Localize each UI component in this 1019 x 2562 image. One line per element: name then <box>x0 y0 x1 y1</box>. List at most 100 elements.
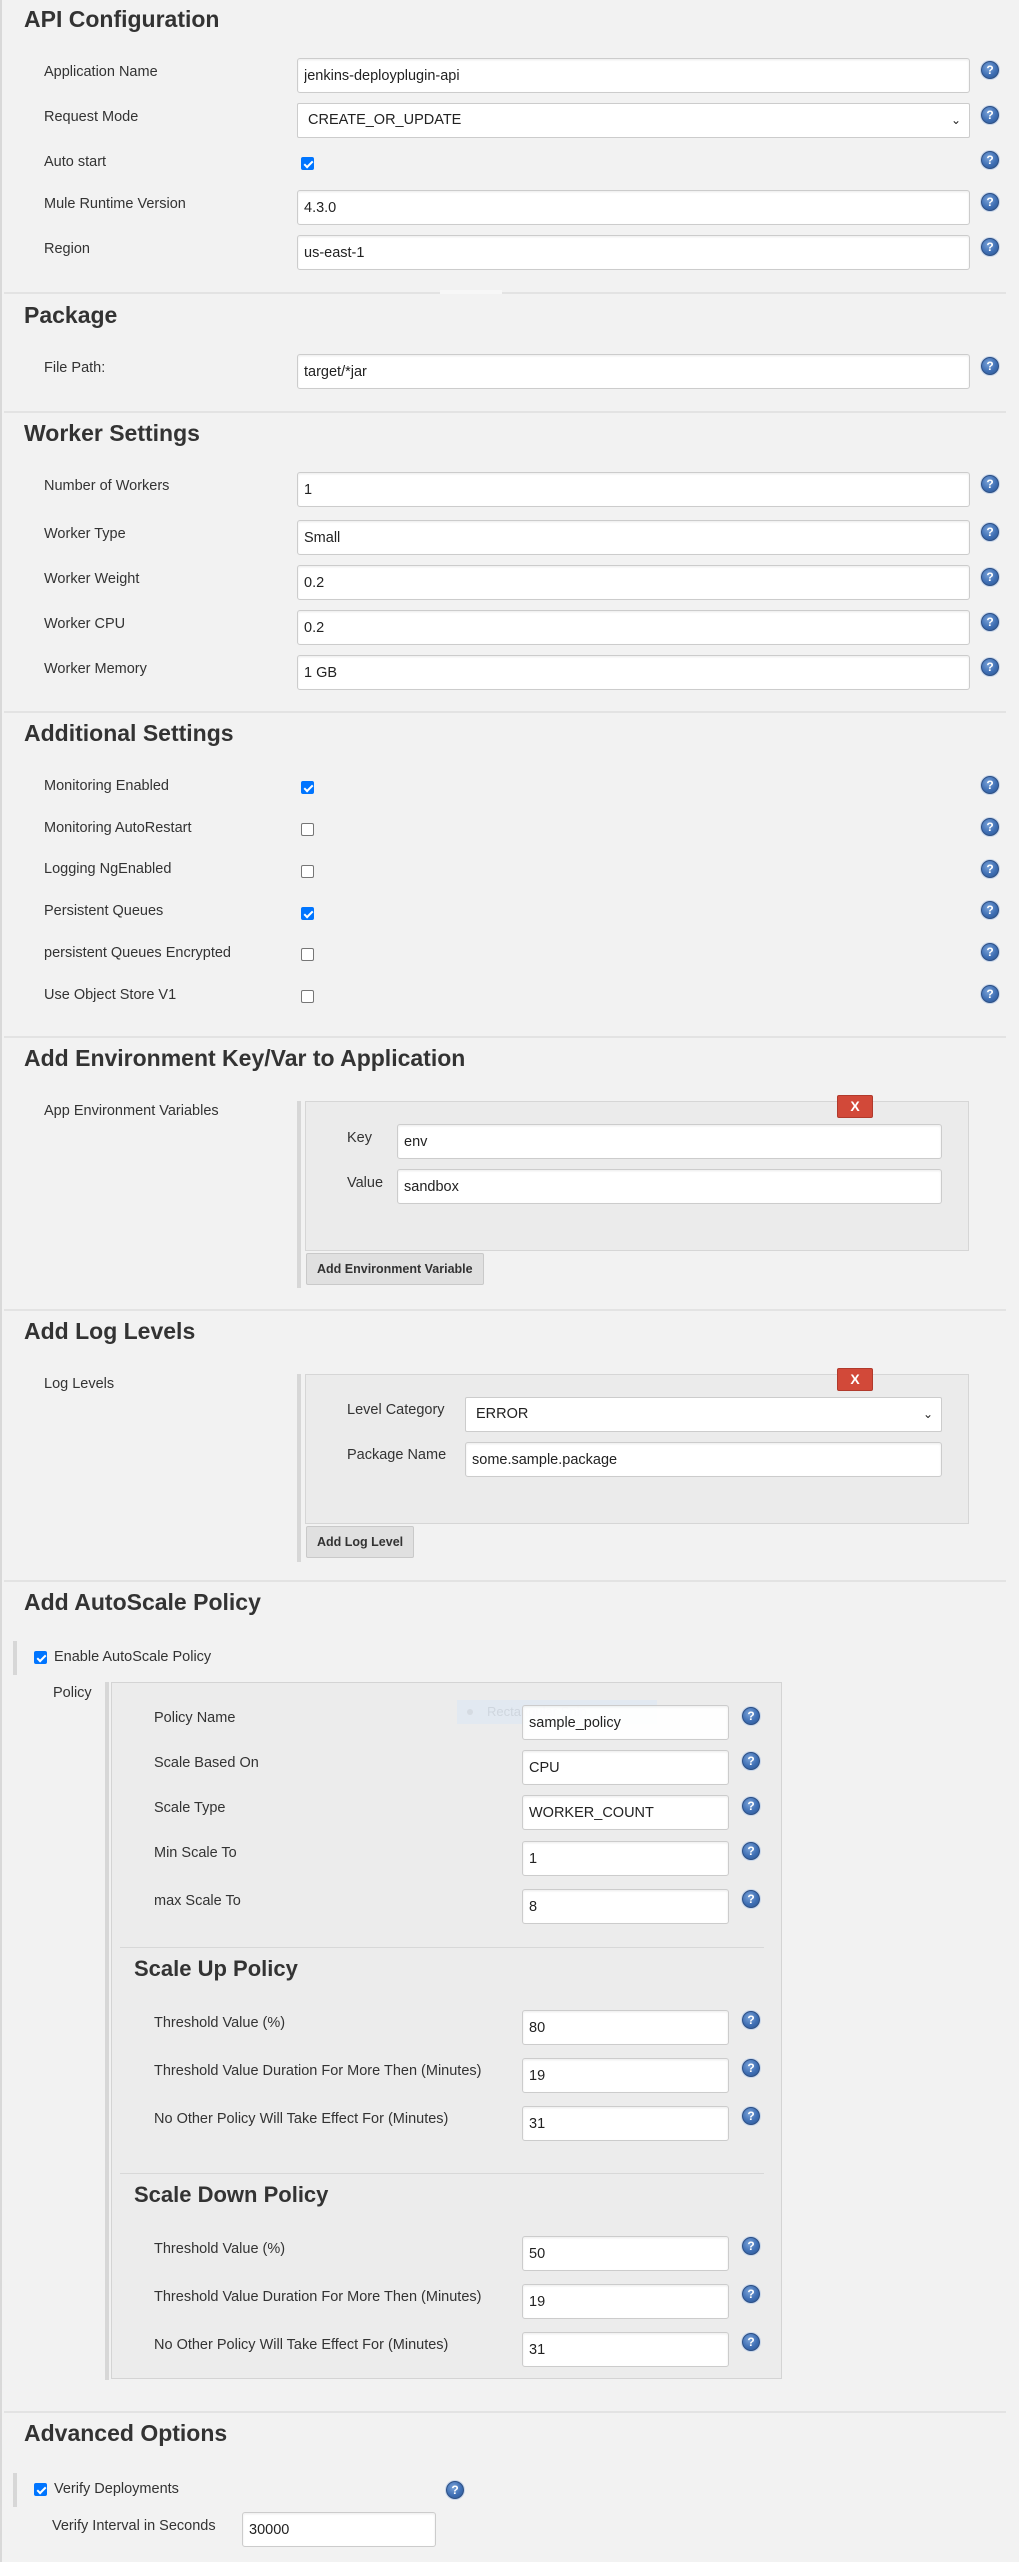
worker-field-label: Worker CPU <box>44 616 126 632</box>
help-icon[interactable]: ? <box>981 357 999 375</box>
help-icon[interactable]: ? <box>742 1707 760 1725</box>
mule-runtime-version-input[interactable] <box>297 190 970 225</box>
help-icon[interactable]: ? <box>446 2481 464 2499</box>
section-divider <box>4 1580 1006 1582</box>
number-of-workers-input[interactable] <box>297 472 970 507</box>
policy-name-input[interactable] <box>522 1705 729 1740</box>
policy-bar <box>105 1682 109 2380</box>
add-environment-variable-button[interactable]: Add Environment Variable <box>306 1253 484 1285</box>
repeatable-bar <box>297 1101 301 1288</box>
help-icon[interactable]: ? <box>981 943 999 961</box>
help-icon[interactable]: ? <box>981 985 999 1003</box>
package-name-label: Package Name <box>347 1447 447 1463</box>
help-icon[interactable]: ? <box>981 776 999 794</box>
mule-runtime-version-label: Mule Runtime Version <box>44 196 186 212</box>
scale-based-on-input[interactable] <box>522 1750 729 1785</box>
help-icon[interactable]: ? <box>742 2059 760 2077</box>
help-icon[interactable]: ? <box>742 1842 760 1860</box>
request-mode-select[interactable]: CREATE_OR_UPDATE ⌄ <box>297 103 970 138</box>
region-label: Region <box>44 241 90 257</box>
help-icon[interactable]: ? <box>742 2107 760 2125</box>
verify-interval-input[interactable] <box>242 2512 436 2547</box>
help-icon[interactable]: ? <box>981 901 999 919</box>
option-label: Logging NgEnabled <box>44 861 172 877</box>
worker-field-label: Worker Type <box>44 526 126 542</box>
help-icon[interactable]: ? <box>742 2285 760 2303</box>
env-key-input[interactable] <box>397 1124 942 1159</box>
application-name-label: Application Name <box>44 64 158 80</box>
help-icon[interactable]: ? <box>981 151 999 169</box>
help-icon[interactable]: ? <box>981 658 999 676</box>
scale-up-duration-input[interactable] <box>522 2058 729 2093</box>
verify-deployments-checkbox[interactable] <box>34 2483 47 2496</box>
scale-up-field-label: Threshold Value Duration For More Then (… <box>154 2063 482 2079</box>
section-divider <box>4 411 1006 413</box>
section-divider <box>4 1036 1006 1038</box>
scale-down-duration-input[interactable] <box>522 2284 729 2319</box>
min-scale-to-input[interactable] <box>522 1841 729 1876</box>
help-icon[interactable]: ? <box>981 613 999 631</box>
section-title-api-configuration: API Configuration <box>24 6 220 32</box>
monitoring-enabled-checkbox[interactable] <box>301 781 314 794</box>
help-icon[interactable]: ? <box>981 860 999 878</box>
option-label: Use Object Store V1 <box>44 987 177 1003</box>
policy-field-label: Min Scale To <box>154 1845 237 1861</box>
help-icon[interactable]: ? <box>981 61 999 79</box>
scale-down-threshold-input[interactable] <box>522 2236 729 2271</box>
help-icon[interactable]: ? <box>742 1752 760 1770</box>
monitoring-autorestart-checkbox[interactable] <box>301 823 314 836</box>
request-mode-value: CREATE_OR_UPDATE <box>308 112 462 128</box>
help-icon[interactable]: ? <box>981 523 999 541</box>
scale-up-cooldown-input[interactable] <box>522 2106 729 2141</box>
add-log-level-button[interactable]: Add Log Level <box>306 1526 415 1558</box>
use-object-store-v1-checkbox[interactable] <box>301 990 314 1003</box>
help-icon[interactable]: ? <box>742 1890 760 1908</box>
help-icon[interactable]: ? <box>742 2011 760 2029</box>
chevron-down-icon: ⌄ <box>950 113 961 127</box>
enable-autoscale-checkbox[interactable] <box>34 1651 47 1664</box>
application-name-input[interactable] <box>297 58 970 93</box>
help-icon[interactable]: ? <box>981 238 999 256</box>
package-name-input[interactable] <box>465 1442 942 1477</box>
subsection-divider <box>120 1947 764 1948</box>
persistent-queues-encrypted-checkbox[interactable] <box>301 948 314 961</box>
help-icon[interactable]: ? <box>981 193 999 211</box>
option-label: Monitoring Enabled <box>44 778 169 794</box>
auto-start-label: Auto start <box>44 154 107 170</box>
app-environment-variables-label: App Environment Variables <box>44 1103 219 1119</box>
worker-type-input[interactable] <box>297 520 970 555</box>
help-icon[interactable]: ? <box>742 1797 760 1815</box>
worker-weight-input[interactable] <box>297 565 970 600</box>
help-icon[interactable]: ? <box>742 2333 760 2351</box>
delete-env-var-button[interactable]: X <box>837 1095 873 1118</box>
scale-type-input[interactable] <box>522 1795 729 1830</box>
help-icon[interactable]: ? <box>981 475 999 493</box>
section-title-package: Package <box>24 302 118 328</box>
section-divider <box>4 292 1006 294</box>
help-icon[interactable]: ? <box>981 106 999 124</box>
section-title-environment: Add Environment Key/Var to Application <box>24 1045 466 1071</box>
env-value-input[interactable] <box>397 1169 942 1204</box>
auto-start-checkbox[interactable] <box>301 157 314 170</box>
region-input[interactable] <box>297 235 970 270</box>
persistent-queues-checkbox[interactable] <box>301 907 314 920</box>
logging-ngenabled-checkbox[interactable] <box>301 865 314 878</box>
worker-memory-input[interactable] <box>297 655 970 690</box>
worker-field-label: Worker Memory <box>44 661 147 677</box>
env-key-label: Key <box>347 1130 372 1146</box>
scale-up-policy-title: Scale Up Policy <box>134 1956 298 1981</box>
help-icon[interactable]: ? <box>742 2237 760 2255</box>
help-icon[interactable]: ? <box>981 818 999 836</box>
help-icon[interactable]: ? <box>981 568 999 586</box>
worker-cpu-input[interactable] <box>297 610 970 645</box>
section-title-advanced-options: Advanced Options <box>24 2420 228 2446</box>
level-category-select[interactable]: ERROR ⌄ <box>465 1397 942 1432</box>
max-scale-to-input[interactable] <box>522 1889 729 1924</box>
section-title-additional-settings: Additional Settings <box>24 720 234 746</box>
scale-down-cooldown-input[interactable] <box>522 2332 729 2367</box>
section-title-log-levels: Add Log Levels <box>24 1318 196 1344</box>
file-path-input[interactable] <box>297 354 970 389</box>
delete-log-level-button[interactable]: X <box>837 1368 873 1391</box>
deploy-config-form: API Configuration Application Name ? Req… <box>0 0 1019 2562</box>
scale-up-threshold-input[interactable] <box>522 2010 729 2045</box>
